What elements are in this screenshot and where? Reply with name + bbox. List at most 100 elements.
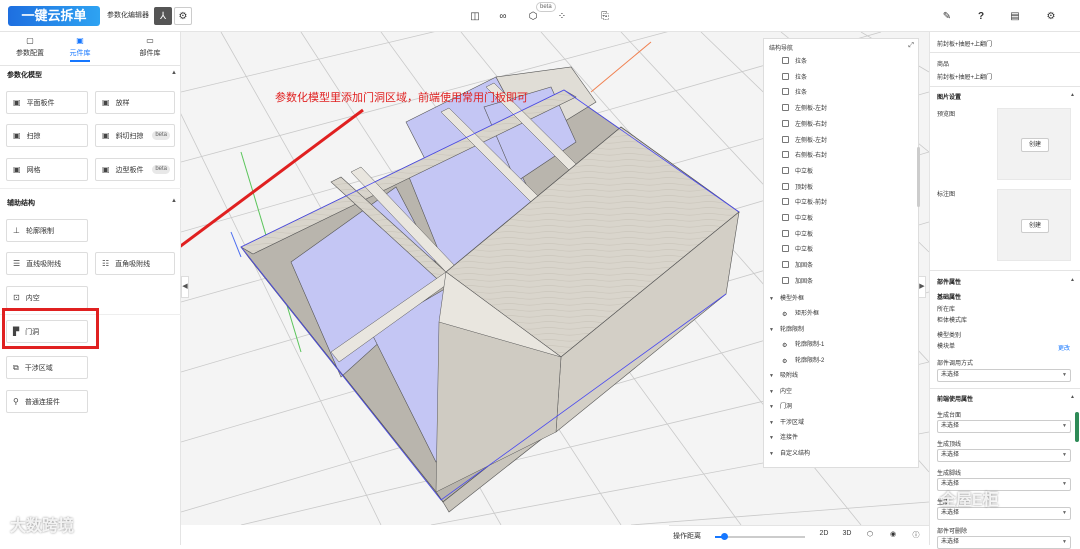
nav-item[interactable]: 左侧板-左封 [782,135,827,144]
annotation-image-box: 创建 [997,189,1071,261]
left-panel: ▢ 参数配置 ▣ 元件库 ▭ 部件库 参数化模型 ▲ ▣ 平面板件 ▣ 放样 ▣ 扫掠… [0,32,181,545]
settings-gear-icon[interactable]: ⚙ [174,7,192,25]
operation-distance-slider[interactable] [715,533,805,540]
section-title: 辅助结构 [7,200,35,207]
eye-icon[interactable]: ◉ [886,530,900,538]
tab-components[interactable]: ▣ 元件库 [50,36,110,58]
nav-item[interactable]: 拉条 [782,72,807,81]
deletable-select[interactable]: 未选择 ▼ [937,536,1071,549]
deletable-label: 部件可删除 [937,529,968,535]
frontend-props-title: 前端使用属性 [937,397,974,403]
straight-snap-line-button[interactable]: ☰ 直线吸附线 [6,252,88,275]
collapse-caret-icon[interactable]: ▲ [171,70,177,76]
product-label: 商品 [937,62,950,68]
nav-item[interactable]: 右侧板-右封 [782,150,827,159]
nav-group[interactable]: ▼ 连接件 [769,432,798,441]
help-icon[interactable]: ? [972,7,990,25]
collapse-caret-icon[interactable]: ▲ [171,198,177,204]
connector-button[interactable]: ⚲ 普通连接件 [6,390,88,413]
button-label: 轮廓限制 [25,227,54,235]
export-document-icon[interactable]: ⎘ [596,7,614,25]
cube-view-icon[interactable]: ◫ [466,7,484,25]
right-scrollbar[interactable] [1075,412,1079,442]
nav-item[interactable]: 中立板 [782,213,813,222]
collapse-left-panel-icon[interactable]: ◀ [181,276,189,298]
divider [930,388,1080,389]
gen-topline-select[interactable]: 未选择 ▼ [937,449,1071,462]
button-label: 斜切扫掠 [115,132,144,140]
watermark-right: 全屋E柜 [940,492,999,509]
pencil-icon[interactable]: ✎ [938,7,956,25]
change-link[interactable]: 更改 [1058,343,1070,352]
nav-item[interactable]: 顶封板 [782,182,813,191]
chevron-down-icon: ▼ [1062,423,1067,429]
model-type-label: 模型类别 [937,333,962,339]
loft-button[interactable]: ▣ 放样 [95,91,175,114]
nav-group[interactable]: ▼ 模型外框 [769,293,804,302]
nav-group-label: 吸附线 [779,373,798,379]
nav-item-label: 拉条 [795,74,808,81]
mesh-button[interactable]: ▣ 网格 [6,158,88,181]
right-angle-snap-line-button[interactable]: ☷ 直角吸附线 [95,252,175,275]
nav-item[interactable]: 中立板-前封 [782,197,827,206]
model-box-icon[interactable]: ⬡ [524,7,542,25]
bevel-sweep-icon: ▣ [102,131,110,140]
2d-view-button[interactable]: 2D [817,530,831,537]
beta-badge: beta [152,131,170,140]
slider-knob[interactable] [721,533,728,540]
tab-parts[interactable]: ▭ 部件库 [120,36,180,58]
nav-group[interactable]: ▼ 自定义结构 [769,448,810,457]
3d-view-button[interactable]: 3D [840,530,854,537]
nav-item-label: 加固条 [795,263,814,270]
interference-area-button[interactable]: ⧉ 干涉区域 [6,356,88,379]
collapse-caret-icon[interactable]: ▲ [1070,92,1075,98]
section-title: 参数化模型 [7,72,42,79]
nav-item[interactable]: 中立板 [782,166,813,175]
nav-item[interactable]: ⚙ 矩形外框 [782,308,819,318]
nav-item-label: 左侧板-左封 [795,106,827,113]
nav-item[interactable]: 中立板 [782,244,813,253]
expand-icon[interactable]: ⤢ [908,42,914,50]
edge-board-button[interactable]: ▣ 边型板件 beta [95,158,175,181]
nav-item[interactable]: 拉条 [782,87,807,96]
bevel-sweep-button[interactable]: ▣ 斜切扫掠 beta [95,124,175,147]
nav-item[interactable]: 加固条 [782,276,813,285]
file-icon[interactable]: ▤ [1006,7,1024,25]
nav-item[interactable]: 加固条 [782,260,813,269]
board-icon [782,245,789,253]
collapse-caret-icon[interactable]: ▲ [1070,277,1075,283]
call-mode-select[interactable]: 未选择 ▼ [937,369,1071,382]
create-annotation-button[interactable]: 创建 [1021,219,1049,233]
contour-limit-button[interactable]: ⊥ 轮廓限制 [6,219,88,242]
divider [930,86,1080,87]
button-label: 网格 [26,166,41,174]
nav-group[interactable]: ▼ 吸附线 [769,370,798,379]
sweep-button[interactable]: ▣ 扫掠 [6,124,88,147]
gen-countertop-select[interactable]: 未选择 ▼ [937,420,1071,433]
collapse-caret-icon[interactable]: ▲ [1070,394,1075,400]
nav-scrollbar[interactable] [917,147,920,207]
link-icon[interactable]: ∞ [494,7,512,25]
cabinet-model [240,66,740,513]
nav-group[interactable]: ▼ 轮廓限制 [769,324,804,333]
nav-group[interactable]: ▼ 门洞 [769,401,792,410]
gear-icon[interactable]: ⚙ [1042,7,1060,25]
mesh-icon: ▣ [13,165,21,174]
button-label: 扫掠 [26,132,41,140]
nav-item[interactable]: 中立板 [782,229,813,238]
nav-item[interactable]: ⚙ 轮廓限制-2 [782,355,824,365]
nav-item[interactable]: 左侧板-右封 [782,119,827,128]
info-icon[interactable]: ⓘ [909,530,923,540]
nav-item[interactable]: 拉条 [782,56,807,65]
collapse-right-panel-icon[interactable]: ▶ [918,276,926,298]
create-preview-button[interactable]: 创建 [1021,138,1049,152]
nav-group[interactable]: ▼ 干涉区域 [769,417,804,426]
nav-group[interactable]: ▼ 内空 [769,386,792,395]
nav-item[interactable]: ⚙ 轮廓限制-1 [782,339,824,349]
inner-space-button[interactable]: ⊡ 内空 [6,286,88,309]
cube-icon[interactable]: ⬡ [863,530,877,538]
flat-board-button[interactable]: ▣ 平面板件 [6,91,88,114]
grid-icon[interactable]: ⁘ [553,7,571,25]
nav-item[interactable]: 左侧板-左封 [782,103,827,112]
axis-tool-icon[interactable]: ⅄ [154,7,172,25]
